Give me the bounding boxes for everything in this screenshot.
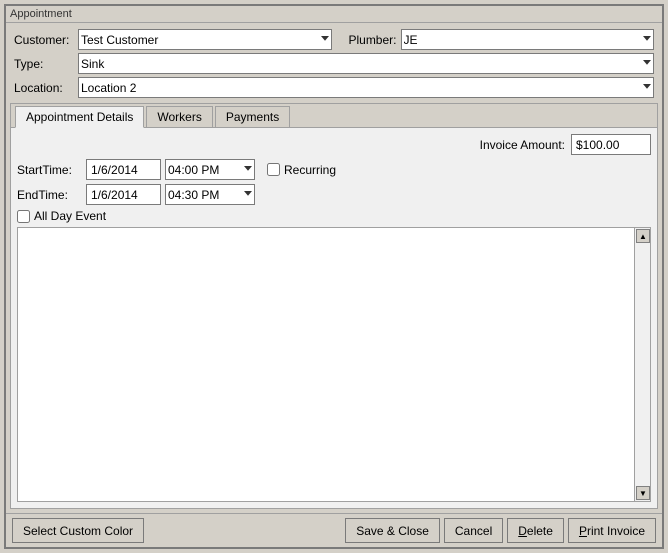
print-invoice-button[interactable]: Print Invoice	[568, 518, 656, 543]
plumber-label: Plumber:	[342, 33, 397, 47]
recurring-label: Recurring	[284, 163, 336, 177]
customer-select[interactable]: Test Customer	[78, 29, 332, 50]
end-time-label: EndTime:	[17, 188, 82, 202]
end-date-input[interactable]	[86, 184, 161, 205]
all-day-checkbox[interactable]	[17, 210, 30, 223]
appointment-window: Appointment Customer: Test Customer Plum…	[4, 4, 664, 549]
start-time-label: StartTime:	[17, 163, 82, 177]
type-label: Type:	[14, 57, 74, 71]
scroll-track	[635, 244, 650, 485]
all-day-label: All Day Event	[34, 209, 106, 223]
location-label: Location:	[14, 81, 74, 95]
type-select[interactable]: Sink	[78, 53, 654, 74]
scroll-up-button[interactable]: ▲	[636, 229, 650, 243]
location-row: Location: Location 2	[14, 77, 654, 98]
all-day-row: All Day Event	[17, 209, 651, 223]
end-time-select[interactable]: 04:30 PM	[165, 184, 255, 205]
start-time-row: StartTime: 04:00 PM Recurring	[17, 159, 651, 180]
notes-area: ▲ ▼	[17, 227, 651, 502]
tabs-area: Appointment Details Workers Payments Inv…	[10, 103, 658, 509]
notes-textarea[interactable]	[18, 228, 632, 501]
scrollbar: ▲ ▼	[634, 228, 650, 501]
recurring-checkbox[interactable]	[267, 163, 280, 176]
scroll-down-button[interactable]: ▼	[636, 486, 650, 500]
invoice-row: Invoice Amount:	[17, 134, 651, 155]
invoice-input[interactable]	[571, 134, 651, 155]
customer-label: Customer:	[14, 33, 74, 47]
delete-button[interactable]: Delete	[507, 518, 564, 543]
select-custom-color-button[interactable]: Select Custom Color	[12, 518, 144, 543]
customer-plumber-row: Customer: Test Customer Plumber: JE	[14, 29, 654, 50]
recurring-row: Recurring	[267, 163, 336, 177]
plumber-select[interactable]: JE	[401, 29, 655, 50]
start-date-input[interactable]	[86, 159, 161, 180]
window-titlebar: Appointment	[6, 6, 662, 23]
tab-payments[interactable]: Payments	[215, 106, 290, 127]
start-time-select[interactable]: 04:00 PM	[165, 159, 255, 180]
save-close-button[interactable]: Save & Close	[345, 518, 440, 543]
window-title: Appointment	[10, 8, 72, 20]
form-fields: Customer: Test Customer Plumber: JE Type…	[10, 27, 658, 100]
type-row: Type: Sink	[14, 53, 654, 74]
window-body: Customer: Test Customer Plumber: JE Type…	[6, 23, 662, 513]
footer-bar: Select Custom Color Save & Close Cancel …	[6, 513, 662, 547]
tabs-header: Appointment Details Workers Payments	[11, 104, 657, 128]
tab-workers[interactable]: Workers	[146, 106, 212, 127]
invoice-label: Invoice Amount:	[480, 138, 565, 152]
tab-appointment-details-content: Invoice Amount: StartTime: 04:00 PM Recu…	[11, 128, 657, 508]
cancel-button[interactable]: Cancel	[444, 518, 503, 543]
location-select[interactable]: Location 2	[78, 77, 654, 98]
tab-appointment-details[interactable]: Appointment Details	[15, 106, 144, 128]
end-time-row: EndTime: 04:30 PM	[17, 184, 651, 205]
